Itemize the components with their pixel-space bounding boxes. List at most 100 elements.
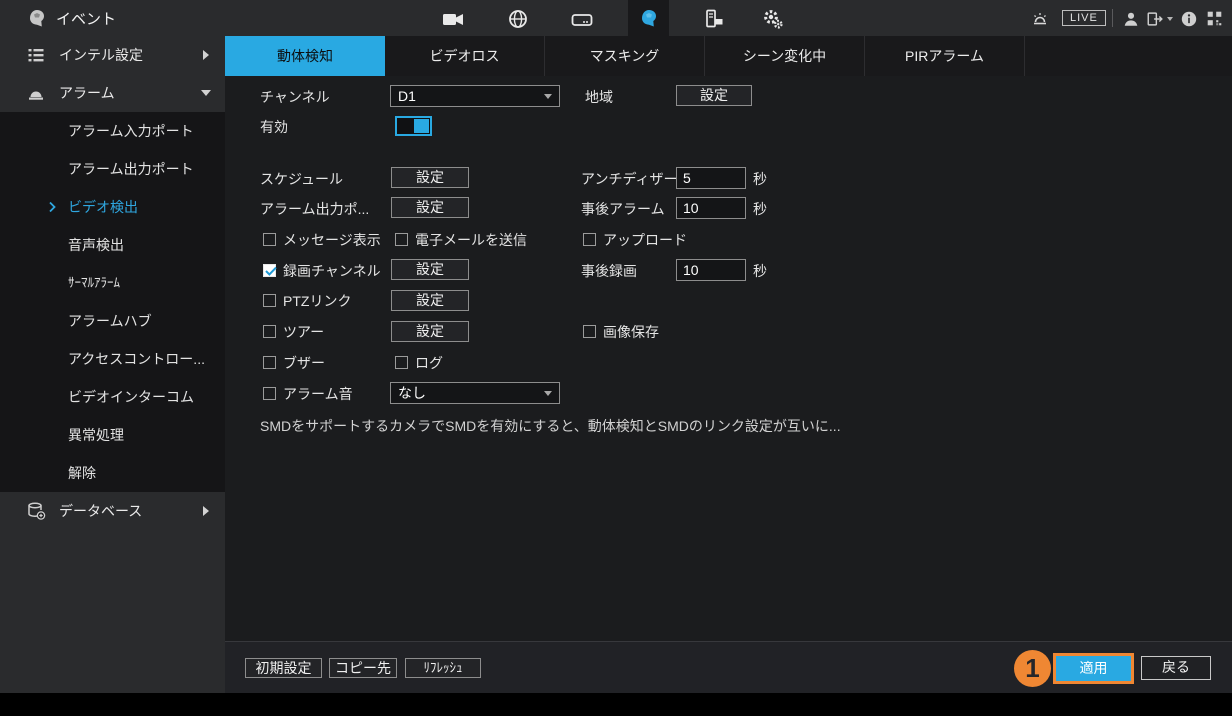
- tour-checkbox[interactable]: [263, 325, 276, 338]
- post-record-input[interactable]: 10: [676, 259, 746, 281]
- storage-disk-nav-icon[interactable]: [571, 9, 593, 31]
- alarm-tone-select[interactable]: なし: [390, 382, 560, 404]
- anti-dither-label: アンチディザー: [581, 168, 677, 190]
- user-icon[interactable]: [1122, 10, 1140, 28]
- sidebar-alarm-submenu: アラーム入力ポート アラーム出力ポート ビデオ検出 音声検出 ｻｰﾏﾙｱﾗｰﾑ …: [0, 112, 225, 492]
- post-alarm-label: 事後アラーム: [581, 198, 665, 220]
- area-label: 地域: [585, 86, 613, 108]
- seconds-unit-label: 秒: [753, 198, 767, 220]
- tab-pir-alarm[interactable]: PIRアラーム: [865, 36, 1025, 76]
- sidebar-item-disarm[interactable]: 解除: [0, 454, 225, 492]
- back-button[interactable]: 戻る: [1141, 656, 1211, 680]
- sidebar-item-alarm[interactable]: アラーム: [0, 74, 225, 112]
- alarm-tone-checkbox[interactable]: [263, 387, 276, 400]
- chevron-right-icon: [203, 506, 209, 516]
- tab-scene-change[interactable]: シーン変化中: [705, 36, 865, 76]
- tab-masking[interactable]: マスキング: [545, 36, 705, 76]
- upload-label: アップロード: [603, 229, 687, 251]
- sidebar-item-label: インテル設定: [59, 45, 143, 65]
- sidebar-item-database[interactable]: データベース: [0, 492, 225, 530]
- sidebar-item-alarm-out-port[interactable]: アラーム出力ポート: [0, 150, 225, 188]
- network-globe-nav-icon[interactable]: [507, 8, 529, 30]
- sidebar-item-video-detection[interactable]: ビデオ検出: [0, 188, 225, 226]
- refresh-button[interactable]: ﾘﾌﾚｯｼｭ: [405, 658, 481, 678]
- apply-button[interactable]: 適用: [1053, 653, 1134, 684]
- post-alarm-input[interactable]: 10: [676, 197, 746, 219]
- channel-select[interactable]: D1: [390, 85, 560, 107]
- buzzer-label: ブザー: [283, 352, 325, 374]
- toggle-knob: [414, 119, 429, 133]
- page-title: イベント: [56, 8, 116, 29]
- ptz-link-label: PTZリンク: [283, 290, 351, 312]
- seconds-unit-label: 秒: [753, 260, 767, 282]
- seconds-unit-label: 秒: [753, 168, 767, 190]
- smd-note-text: SMDをサポートするカメラでSMDを有効にすると、動体検知とSMDのリンク設定が…: [260, 416, 841, 436]
- sidebar-item-label: アラーム: [59, 83, 115, 103]
- alarm-tone-value: なし: [398, 385, 426, 401]
- sidebar-item-access-control[interactable]: アクセスコントロー...: [0, 340, 225, 378]
- info-icon[interactable]: [1180, 10, 1198, 28]
- sidebar: インテル設定 アラーム アラーム入力ポート アラーム出力ポート ビデオ検出 音声…: [0, 36, 225, 693]
- sidebar-item-alarm-in-port[interactable]: アラーム入力ポート: [0, 112, 225, 150]
- sidebar-item-intel-settings[interactable]: インテル設定: [0, 36, 225, 74]
- buzzer-checkbox[interactable]: [263, 356, 276, 369]
- record-channel-setting-button[interactable]: 設定: [391, 259, 469, 280]
- channel-value: D1: [398, 88, 416, 104]
- tour-label: ツアー: [283, 321, 324, 343]
- qr-code-icon[interactable]: [1206, 10, 1223, 27]
- enable-label: 有効: [260, 116, 288, 138]
- chevron-down-icon: [201, 90, 211, 96]
- alarm-out-label: アラーム出力ポ...: [260, 198, 369, 220]
- channel-label: チャンネル: [260, 86, 330, 108]
- live-button[interactable]: LIVE: [1062, 10, 1106, 26]
- log-checkbox[interactable]: [395, 356, 408, 369]
- event-nav-icon-active[interactable]: [638, 8, 660, 30]
- sidebar-filler: [0, 530, 225, 693]
- dropdown-caret-icon: [544, 94, 552, 99]
- footer-bar: 初期設定 コピー先 ﾘﾌﾚｯｼｭ 1 適用 戻る: [225, 641, 1232, 693]
- sidebar-item-video-intercom[interactable]: ビデオインターコム: [0, 378, 225, 416]
- logout-icon[interactable]: [1146, 10, 1164, 28]
- record-channel-label: 録画チャンネル: [283, 260, 381, 282]
- maintain-server-nav-icon[interactable]: [703, 8, 725, 30]
- settings-gears-nav-icon[interactable]: [762, 8, 784, 30]
- default-button[interactable]: 初期設定: [245, 658, 322, 678]
- schedule-setting-button[interactable]: 設定: [391, 167, 469, 188]
- alarm-siren-icon[interactable]: [1030, 9, 1050, 29]
- check-icon: [263, 263, 279, 279]
- area-setting-button[interactable]: 設定: [676, 85, 752, 106]
- send-email-checkbox[interactable]: [395, 233, 408, 246]
- list-icon: [26, 45, 46, 65]
- tour-setting-button[interactable]: 設定: [391, 321, 469, 342]
- post-record-label: 事後録画: [581, 260, 637, 282]
- record-channel-checkbox[interactable]: [263, 264, 276, 277]
- tab-video-loss[interactable]: ビデオロス: [385, 36, 545, 76]
- sidebar-item-thermal-alarm[interactable]: ｻｰﾏﾙｱﾗｰﾑ: [0, 264, 225, 302]
- chevron-right-icon: [44, 199, 60, 215]
- picture-storage-label: 画像保存: [603, 321, 659, 343]
- tab-motion-detection[interactable]: 動体検知: [225, 36, 385, 76]
- anti-dither-input[interactable]: 5: [676, 167, 746, 189]
- copy-to-button[interactable]: コピー先: [329, 658, 397, 678]
- enable-toggle[interactable]: [395, 116, 432, 136]
- alarm-tone-label: アラーム音: [283, 383, 353, 405]
- sidebar-item-alarm-hub[interactable]: アラームハブ: [0, 302, 225, 340]
- sidebar-item-label: データベース: [59, 501, 142, 521]
- log-label: ログ: [415, 352, 443, 374]
- show-message-checkbox[interactable]: [263, 233, 276, 246]
- chevron-right-icon: [203, 50, 209, 60]
- picture-storage-checkbox[interactable]: [583, 325, 596, 338]
- ptz-link-checkbox[interactable]: [263, 294, 276, 307]
- alarm-out-setting-button[interactable]: 設定: [391, 197, 469, 218]
- sidebar-item-exception[interactable]: 異常処理: [0, 416, 225, 454]
- logout-caret-icon[interactable]: [1167, 17, 1173, 21]
- send-email-label: 電子メールを送信: [415, 229, 527, 251]
- sidebar-item-label: ビデオ検出: [68, 199, 138, 215]
- schedule-label: スケジュール: [260, 168, 343, 190]
- sidebar-item-audio-detection[interactable]: 音声検出: [0, 226, 225, 264]
- camera-nav-icon[interactable]: [442, 9, 464, 31]
- upload-checkbox[interactable]: [583, 233, 596, 246]
- siren-icon: [26, 83, 46, 103]
- tab-bar: 動体検知 ビデオロス マスキング シーン変化中 PIRアラーム: [225, 36, 1232, 76]
- ptz-setting-button[interactable]: 設定: [391, 290, 469, 311]
